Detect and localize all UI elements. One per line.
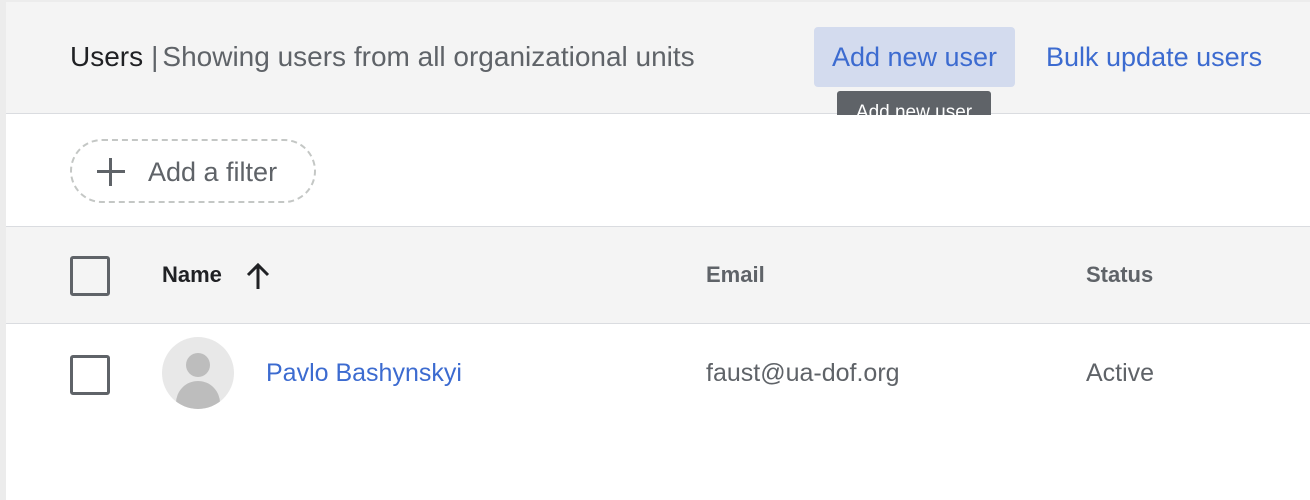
page-title: Users | Showing users from all organizatio… [70, 40, 695, 74]
title-text: Users [70, 41, 144, 72]
column-header-name[interactable]: Name [162, 260, 222, 290]
table-row[interactable]: Pavlo Bashynskyi faust@ua-dof.org Active [6, 325, 1310, 423]
bulk-update-users-button[interactable]: Bulk update users [1046, 27, 1274, 87]
row-checkbox[interactable] [70, 355, 110, 395]
title-separator: | [151, 41, 159, 72]
arrow-up-icon[interactable] [244, 261, 272, 291]
user-name-link[interactable]: Pavlo Bashynskyi [266, 357, 462, 389]
title-subtitle: Showing users from all organizational un… [162, 41, 695, 72]
page-header: Users | Showing users from all organizatio… [6, 2, 1310, 135]
table-header: Name Email Status [6, 226, 1310, 324]
avatar-body [176, 381, 220, 409]
column-header-email[interactable]: Email [706, 260, 765, 290]
plus-icon [96, 157, 126, 187]
add-filter-label: Add a filter [148, 157, 278, 187]
user-status: Active [1086, 359, 1155, 387]
default-avatar-icon [162, 337, 234, 409]
filter-bar: Add a filter [6, 115, 1310, 225]
add-new-user-button[interactable]: Add new user [814, 27, 1015, 87]
add-filter-button[interactable]: Add a filter [70, 139, 316, 203]
column-header-status[interactable]: Status [1086, 260, 1153, 290]
user-email: faust@ua-dof.org [706, 359, 900, 387]
users-page: Users | Showing users from all organizatio… [0, 0, 1310, 500]
avatar-head [186, 353, 210, 377]
select-all-checkbox[interactable] [70, 256, 110, 296]
